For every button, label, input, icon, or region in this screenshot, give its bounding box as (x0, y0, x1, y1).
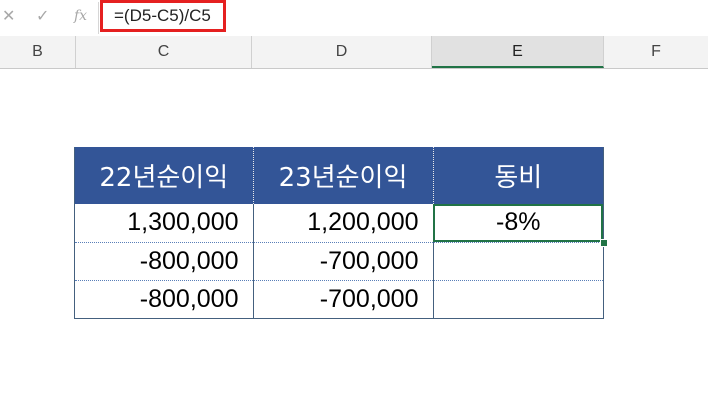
cell-d6[interactable]: -700,000 (253, 242, 434, 281)
cell-e5-active[interactable]: -8% (433, 204, 603, 243)
formula-bar: ✕ ✓ fx =(D5-C5)/C5 (0, 0, 708, 37)
header-cell-d[interactable]: 23년순이익 (253, 147, 434, 204)
column-header-e[interactable]: E (432, 36, 604, 68)
cell-c5[interactable]: 1,300,000 (75, 204, 254, 243)
table-row: 1,300,000 1,200,000 -8% (75, 204, 603, 243)
header-cell-c[interactable]: 22년순이익 (75, 147, 254, 204)
column-header-d[interactable]: D (252, 36, 432, 68)
cell-e6[interactable] (433, 242, 603, 281)
fill-handle[interactable] (600, 239, 608, 247)
check-icon[interactable]: ✓ (36, 6, 49, 25)
column-header-b[interactable]: B (0, 36, 76, 68)
column-header-f[interactable]: F (604, 36, 708, 68)
cell-c6[interactable]: -800,000 (75, 242, 254, 281)
function-icon[interactable]: fx (74, 8, 87, 24)
column-header-c[interactable]: C (76, 36, 252, 68)
cell-d5[interactable]: 1,200,000 (253, 204, 434, 243)
header-cell-e[interactable]: 동비 (433, 147, 603, 204)
header-row: 22년순이익 23년순이익 동비 (75, 147, 603, 204)
table-row: -800,000 -700,000 (75, 280, 603, 318)
close-icon[interactable]: ✕ (2, 6, 15, 25)
data-table: 22년순이익 23년순이익 동비 1,300,000 1,200,000 -8%… (74, 147, 604, 319)
cell-d7[interactable]: -700,000 (253, 280, 434, 318)
formula-input[interactable]: =(D5-C5)/C5 (114, 6, 211, 26)
table-row: -800,000 -700,000 (75, 242, 603, 281)
cell-e7[interactable] (433, 280, 603, 318)
column-headers: B C D E F (0, 36, 708, 69)
cell-c7[interactable]: -800,000 (75, 280, 254, 318)
formula-bar-divider (98, 2, 99, 34)
